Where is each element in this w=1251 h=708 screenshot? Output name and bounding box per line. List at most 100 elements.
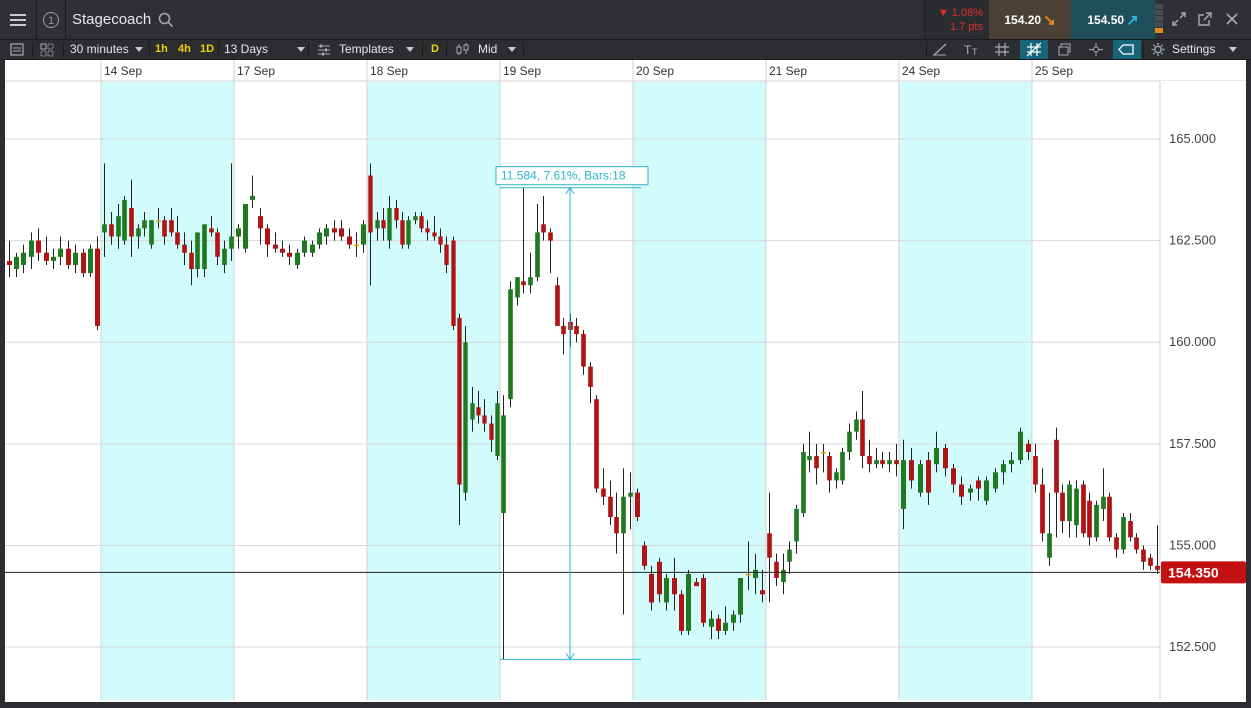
expand-icon[interactable] — [1172, 12, 1186, 26]
candle-body — [444, 244, 449, 265]
candle-body — [381, 220, 386, 229]
candle-body — [66, 248, 71, 265]
chevron-down-icon[interactable] — [297, 47, 305, 52]
candle-body — [142, 220, 147, 229]
d-button[interactable]: D — [431, 40, 439, 59]
price-type-select[interactable]: Mid — [478, 40, 517, 59]
candle-body — [295, 252, 300, 265]
candle-body — [425, 228, 430, 233]
y-axis-area — [1160, 81, 1246, 702]
candle-body — [476, 407, 481, 416]
title-bar: 1 Stagecoach ▼ 1.08% 1.7 pts 154.20 ↘ 15… — [0, 0, 1251, 40]
draw-line-icon[interactable] — [927, 40, 953, 59]
candle-body — [209, 228, 214, 233]
candle-body — [588, 366, 593, 387]
buy-button[interactable]: 154.50 ↗ — [1071, 0, 1155, 39]
current-price-label: 154.350 — [1168, 564, 1219, 580]
signal-level-icon — [1155, 4, 1163, 36]
range-select[interactable]: 13 Days — [224, 40, 268, 59]
candle-body — [265, 228, 270, 245]
candle-body — [535, 232, 540, 278]
layers-icon[interactable] — [1052, 40, 1078, 59]
chevron-down-icon[interactable] — [406, 47, 414, 52]
interval-1h-button[interactable]: 1h — [155, 40, 168, 59]
candle-body — [1114, 537, 1119, 550]
candle-body — [1026, 443, 1031, 452]
candle-body — [175, 232, 180, 245]
candle-body — [280, 248, 285, 253]
candle-body — [807, 456, 812, 461]
templates-icon[interactable] — [313, 40, 335, 59]
candle-body — [162, 220, 167, 237]
candle-body — [1060, 492, 1065, 522]
menu-icon[interactable] — [0, 0, 37, 39]
close-icon[interactable] — [1225, 12, 1239, 26]
candle-body — [1101, 496, 1106, 509]
candle-body — [601, 488, 606, 497]
candle-body — [310, 244, 315, 253]
settings-menu[interactable]: Settings — [1172, 40, 1238, 59]
x-tick-label: 18 Sep — [370, 64, 408, 78]
candle-body — [1128, 521, 1133, 538]
candle-body — [432, 232, 437, 237]
candle-body — [880, 460, 885, 465]
x-tick-label: 20 Sep — [636, 64, 674, 78]
candle-body — [621, 496, 626, 534]
candle-body — [767, 533, 772, 558]
list-icon[interactable] — [5, 40, 29, 59]
crosshair-icon[interactable] — [1083, 40, 1109, 59]
interval-label: 30 minutes — [70, 42, 129, 56]
candle-body — [628, 492, 633, 497]
sell-button[interactable]: 154.20 ↘ — [989, 0, 1071, 39]
popout-icon[interactable] — [1198, 12, 1212, 26]
candle-body — [976, 480, 981, 489]
crosshair-grid-icon[interactable] — [1020, 40, 1048, 59]
interval-1d-button[interactable]: 1D — [200, 40, 214, 59]
candle-body — [195, 232, 200, 270]
candle-body — [44, 252, 49, 261]
candle-body — [515, 277, 520, 298]
x-tick-label: 14 Sep — [104, 64, 142, 78]
chart-window: 1 Stagecoach ▼ 1.08% 1.7 pts 154.20 ↘ 15… — [0, 0, 1251, 708]
candle-body — [1033, 456, 1038, 485]
gear-icon[interactable] — [1145, 40, 1171, 59]
chevron-down-icon — [134, 47, 143, 53]
layout-icon[interactable] — [35, 40, 59, 59]
candle-body — [672, 578, 677, 595]
candlestick-icon[interactable] — [451, 40, 475, 59]
candle-body — [679, 594, 684, 631]
text-size-icon[interactable]: TT — [958, 40, 984, 59]
candle-body — [528, 277, 533, 286]
candlestick-chart[interactable]: 14 Sep 17 Sep 18 Sep 19 Sep 20 Sep 21 Sep 24 S… — [5, 60, 1246, 702]
instrument-title: Stagecoach — [72, 11, 152, 28]
price-chart[interactable]: 14 Sep 17 Sep 18 Sep 19 Sep 20 Sep 21 Sep 24 S… — [0, 60, 1251, 708]
candle-body — [1040, 484, 1045, 534]
candle-body — [867, 456, 872, 465]
grid-icon[interactable] — [989, 40, 1015, 59]
candle-body — [887, 460, 892, 465]
candle-body — [122, 199, 127, 241]
candle-body — [774, 561, 779, 579]
candle-body — [109, 224, 114, 237]
x-tick-label: 25 Sep — [1035, 64, 1073, 78]
arrow-down-icon: ↘ — [1043, 11, 1056, 29]
candle-body — [21, 252, 26, 265]
candle-body — [451, 240, 456, 326]
search-icon[interactable] — [158, 12, 174, 28]
interval-select[interactable]: 30 minutes — [70, 40, 143, 59]
info-icon[interactable]: 1 — [37, 0, 66, 39]
candle-body — [1009, 460, 1014, 465]
x-tick-label: 21 Sep — [769, 64, 807, 78]
y-tick-label: 152.500 — [1169, 639, 1216, 654]
candle-body — [894, 460, 899, 465]
candle-body — [14, 256, 19, 270]
candle-body — [541, 224, 546, 233]
candle-body — [102, 224, 107, 233]
templates-menu[interactable]: Templates — [339, 40, 394, 59]
candle-body — [1141, 549, 1146, 562]
arrow-up-icon: ↗ — [1126, 11, 1139, 29]
range-label: 13 Days — [224, 42, 269, 56]
candle-body — [51, 256, 56, 261]
interval-4h-button[interactable]: 4h — [178, 40, 191, 59]
price-label-icon[interactable] — [1113, 40, 1141, 59]
